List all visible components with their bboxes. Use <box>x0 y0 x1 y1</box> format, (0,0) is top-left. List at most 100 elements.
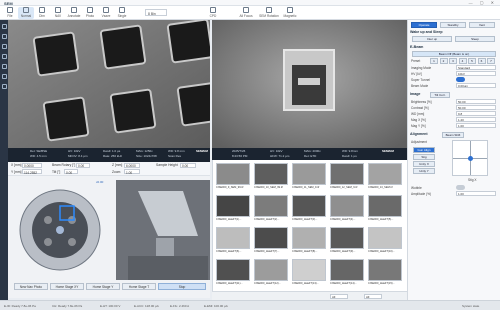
beam-off-button[interactable]: Beam Off (Beam is on) <box>412 51 496 57</box>
right-image-infobar: 2025/7/26 HV: 10kV MAG: 2000x WD: 9.8mm … <box>212 148 407 160</box>
vent-tab[interactable]: Vent <box>469 22 495 28</box>
crosshair-icon[interactable] <box>1 54 7 59</box>
wd-input[interactable]: 9.8 <box>456 111 496 116</box>
unity-y-button[interactable]: Unity Y <box>413 168 435 174</box>
right-control-panel: Operate Standby Vent Wake up and Sleep I… <box>407 20 500 300</box>
thumbnail[interactable]: CISE000_dataFT(1)... <box>216 195 250 223</box>
thumbnail[interactable]: CISE000_dataFT(4)... <box>330 195 364 223</box>
toolbar-annotate[interactable]: Annotate <box>66 7 82 19</box>
layers-icon[interactable] <box>1 74 7 79</box>
alignment-pad[interactable] <box>452 140 488 176</box>
stig-button[interactable]: Stig <box>413 154 435 160</box>
thumbnail[interactable]: CISE000_11_SEM_9.tif <box>292 163 326 191</box>
thumbnail[interactable]: CISE000_dataFT(5)... <box>368 195 402 223</box>
thumbnail[interactable]: CISE000_10_SEM_99.tif <box>254 163 288 191</box>
sleep-button[interactable]: Sleep <box>455 36 495 42</box>
save-icon <box>103 7 109 13</box>
measure-icon[interactable] <box>1 44 7 49</box>
nav-badge: x0.00 <box>96 180 104 184</box>
standby-tab[interactable]: Standby <box>440 22 466 28</box>
toolbar-dim[interactable]: Dim <box>34 7 50 19</box>
status-bar: E-ID: Ready 7.8e-06 Pa CH: Ready 7.8e-06… <box>0 300 500 310</box>
home-stage-y-button[interactable]: Home Stage Y <box>86 283 120 290</box>
contrast-input[interactable]: 50.00 <box>456 105 496 110</box>
ebeam-section-title: E-Beam <box>410 45 424 49</box>
settings-icon[interactable] <box>1 84 7 89</box>
stage-z-input[interactable]: 6.0000 <box>124 162 140 168</box>
preset-7[interactable]: 7 <box>487 58 495 64</box>
thumbnail[interactable]: CISE000_dataFT(10)... <box>368 227 402 255</box>
thumbnail[interactable]: CISE000_dataFT(3)... <box>292 195 326 223</box>
thumbnail[interactable]: CISE000_9_SEM_99.tif <box>216 163 250 191</box>
home-stage-t-button[interactable]: Home Stage T <box>122 283 156 290</box>
hv-select[interactable]: 10kV <box>456 71 496 76</box>
preset-1[interactable]: 1 <box>430 58 438 64</box>
tilt-corr-tab[interactable]: Tilt Corr. <box>430 92 450 98</box>
thumbnail[interactable]: CISE000_dataFT(12)... <box>254 259 288 287</box>
pointer-icon[interactable] <box>1 24 7 29</box>
stage-x-input[interactable]: 0.0000 <box>22 162 42 168</box>
sample-height-input[interactable]: 0.00 <box>180 162 196 168</box>
dim-icon <box>39 7 45 13</box>
zoom-input[interactable]: 1.00 <box>124 169 140 175</box>
wobble-toggle[interactable] <box>456 185 465 190</box>
sem-image-right[interactable] <box>212 20 407 148</box>
toolbar-normal[interactable]: Normal <box>18 7 34 19</box>
thumbnail[interactable]: CISE000_dataFT(6)... <box>216 227 250 255</box>
sem-grid-image <box>8 20 210 148</box>
mag-x-input[interactable]: 1.20 <box>456 117 496 122</box>
imaging-mode-select[interactable]: Standard <box>456 65 496 70</box>
gallery-page-select[interactable]: All <box>364 293 382 299</box>
thumbnail[interactable]: CISE000_dataFT(13)... <box>292 259 326 287</box>
beam-mode-select[interactable]: 0.00um <box>456 83 496 88</box>
bin-select[interactable]: 8 Bin <box>145 9 167 16</box>
grid-icon[interactable] <box>1 64 7 69</box>
preset-3[interactable]: 3 <box>449 58 457 64</box>
thumbnail[interactable]: CISE000_dataFT(8)... <box>292 227 326 255</box>
thumbnail[interactable]: CISE000_dataFT(15)... <box>368 259 402 287</box>
preset-5[interactable]: 5 <box>468 58 476 64</box>
toolbar-photo[interactable]: Photo <box>82 7 98 19</box>
preset-6[interactable]: 6 <box>477 58 486 64</box>
toolbar-magnetic[interactable]: Magnetic <box>282 7 298 19</box>
toolbar-single[interactable]: Single <box>114 7 130 19</box>
thumbnail[interactable]: CISE000_dataFT(11)... <box>216 259 250 287</box>
thumbnail[interactable]: CISE000_dataFT(14)... <box>330 259 364 287</box>
gun-align-button[interactable]: Gun Align <box>413 147 435 153</box>
stop-button[interactable]: Stop <box>158 283 206 290</box>
thumbnail[interactable]: CISE000_12_SEM_9.tif <box>330 163 364 191</box>
toolbar-all-focus[interactable]: All Focus <box>238 7 254 19</box>
home-stage-xy-button[interactable]: Home Stage XY <box>50 283 84 290</box>
navigation-area: x0.00 <box>8 176 210 298</box>
zoom-icon[interactable] <box>1 34 7 39</box>
beam-shift-tab[interactable]: Beam Shift <box>442 132 464 138</box>
thumbnail[interactable]: CISE000_13_SEM.tif <box>368 163 402 191</box>
gallery-filter-select[interactable]: All <box>330 293 348 299</box>
super-tunnel-toggle[interactable] <box>456 77 465 82</box>
window-controls[interactable]: — ▢ ✕ <box>469 0 497 5</box>
toolbar-rotation[interactable]: SEM Rotation <box>258 7 280 19</box>
brightness-input[interactable]: 50.00 <box>456 99 496 104</box>
toolbar-file[interactable]: File <box>2 7 18 19</box>
inter-up-button[interactable]: Inter up <box>412 36 452 42</box>
toolbar-cpd[interactable]: CPD <box>205 7 221 19</box>
sem-image-left[interactable] <box>8 20 210 148</box>
toolbar-nav[interactable]: NAV <box>50 7 66 19</box>
preset-2[interactable]: 2 <box>439 58 448 64</box>
amplitude-input[interactable]: 1.00 <box>456 191 496 196</box>
alignment-handle[interactable] <box>468 156 473 161</box>
toolbar-vsave[interactable]: Vsave <box>98 7 114 19</box>
new-nav-photo-button[interactable]: New Nav Photo <box>14 283 48 290</box>
preset-4[interactable]: 4 <box>458 58 467 64</box>
mag-y-input[interactable]: 1.00 <box>456 123 496 128</box>
left-tool-strip <box>0 20 8 300</box>
beam-rotary-input[interactable]: 0.00 <box>76 162 90 168</box>
thumbnail[interactable]: CISE000_dataFT(9)... <box>330 227 364 255</box>
stage-y-input[interactable]: 114.2552 <box>22 169 42 175</box>
operate-tab[interactable]: Operate <box>411 22 437 28</box>
thumbnail[interactable]: CISE000_dataFT(2)... <box>254 195 288 223</box>
stage-controls: X [mm] 0.0000 Y [mm] 114.2552 Beam Rotar… <box>8 162 210 176</box>
thumbnail[interactable]: CISE000_dataFT(7)... <box>254 227 288 255</box>
tilt-input[interactable]: 0.00 <box>64 169 78 175</box>
unity-x-button[interactable]: Unity X <box>413 161 435 167</box>
